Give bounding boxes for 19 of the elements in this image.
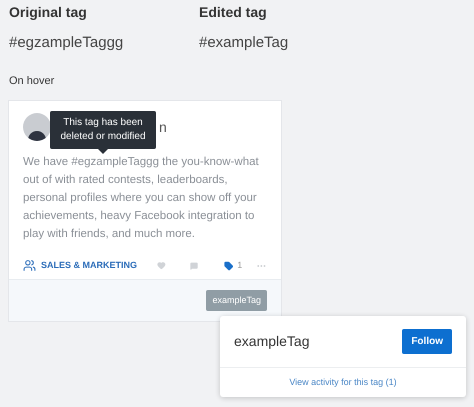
tooltip: This tag has been deleted or modified [50,111,156,149]
comment-icon[interactable] [190,260,198,272]
tag-text: #exampleTag [199,33,288,53]
tag-count: 1 [237,259,242,272]
tag-chip[interactable]: exampleTag [206,290,267,312]
author-name: n [159,118,167,136]
column-heading: Original tag [9,3,88,22]
post-body: We have #egzampleTaggg the you-know-what out of with rated contests, leaderboards, personal profiles where you can show off your achievements, heavy Facebook integration to play with friends, and much more. [22,155,260,242]
column-heading: Edited tag [199,3,268,22]
tag-icon[interactable] [224,258,234,273]
tag-text: #egzampleTaggg [9,33,124,53]
activity-link[interactable]: View activity for this tag (1) [289,376,397,390]
tooltip-arrow [98,149,108,154]
avatar-icon [23,113,51,141]
group-link[interactable]: SALES & MARKETING [23,259,138,273]
follow-button[interactable]: Follow [402,329,452,354]
section-label: On hover [9,75,54,87]
popover-tag: exampleTag [234,331,310,352]
people-icon [23,259,36,272]
